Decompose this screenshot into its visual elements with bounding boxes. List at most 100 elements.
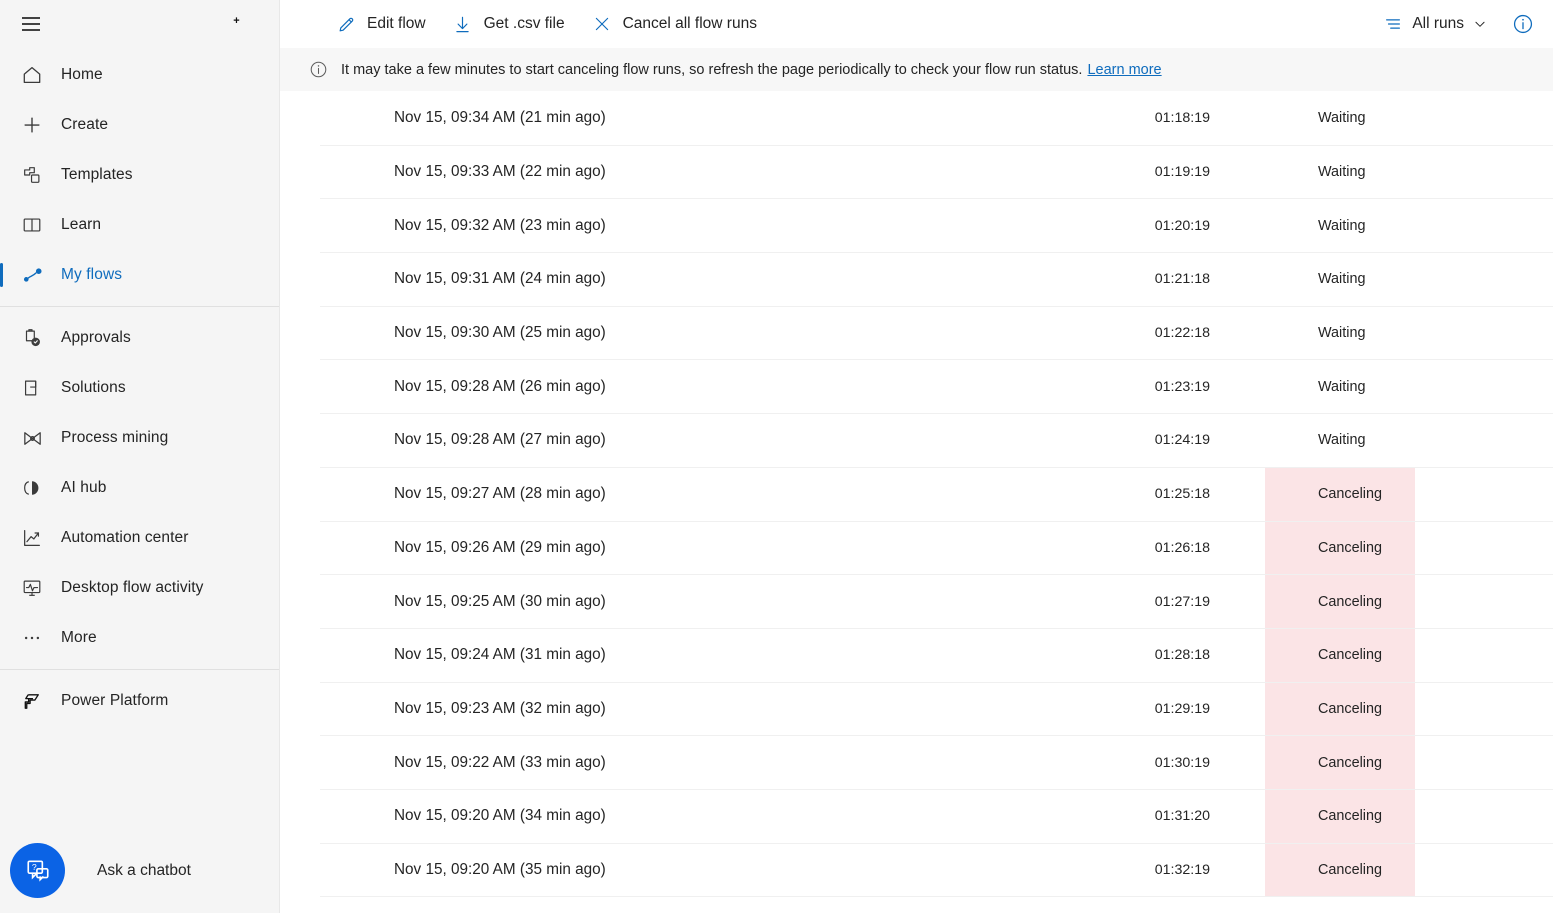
chatbot-label: Ask a chatbot	[65, 862, 191, 880]
home-icon	[12, 64, 52, 86]
get-csv-file-button[interactable]: Get .csv file	[442, 6, 575, 42]
sidebar-item-power-platform[interactable]: Power Platform	[0, 676, 279, 726]
run-start-cell: Nov 15, 09:31 AM (24 min ago)	[320, 270, 840, 288]
table-row[interactable]: Nov 15, 09:32 AM (23 min ago)01:20:19Wai…	[320, 199, 1553, 253]
sidebar-item-automation-center[interactable]: Automation center	[0, 513, 279, 563]
clipboard-check-icon	[12, 327, 52, 349]
hamburger-menu-icon[interactable]	[14, 7, 48, 41]
info-circle-icon	[308, 60, 328, 80]
status-badge: Canceling	[1318, 540, 1382, 556]
run-duration-cell: 01:23:19	[840, 379, 1210, 395]
solutions-icon	[12, 377, 52, 399]
sidebar-item-label: My flows	[52, 266, 122, 284]
app-root: + Home Create Templates Learn My flows Approv…	[0, 0, 1553, 913]
run-duration-cell: 01:31:20	[840, 808, 1210, 824]
table-row[interactable]: Nov 15, 09:25 AM (30 min ago)01:27:19Can…	[320, 575, 1553, 629]
sidebar-item-create[interactable]: Create	[0, 100, 279, 150]
status-badge: Canceling	[1318, 486, 1382, 502]
all-runs-filter-button[interactable]: All runs	[1376, 6, 1495, 42]
sidebar-item-home[interactable]: Home	[0, 50, 279, 100]
status-badge: Canceling	[1318, 701, 1382, 717]
sidebar-item-templates[interactable]: Templates	[0, 150, 279, 200]
info-circle-icon-button[interactable]	[1507, 8, 1539, 40]
run-start-cell: Nov 15, 09:33 AM (22 min ago)	[320, 163, 840, 181]
status-badge: Waiting	[1318, 432, 1365, 448]
status-badge: Waiting	[1318, 271, 1365, 287]
sidebar-item-ai-hub[interactable]: AI hub	[0, 463, 279, 513]
run-duration-cell: 01:19:19	[840, 164, 1210, 180]
tiny-plus-marker: +	[232, 17, 241, 26]
run-status-cell: Waiting	[1210, 307, 1553, 360]
sidebar-item-approvals[interactable]: Approvals	[0, 313, 279, 363]
table-row[interactable]: Nov 15, 09:24 AM (31 min ago)01:28:18 Can…	[320, 629, 1553, 683]
flow-runs-table: Nov 15, 09:34 AM (21 min ago)01:18:19Wai…	[280, 92, 1553, 911]
filter-lines-icon	[1384, 15, 1402, 33]
table-row[interactable]: Nov 15, 09:33 AM (22 min ago)01:19:19Wai…	[320, 146, 1553, 200]
run-start-cell: Nov 15, 09:24 AM (31 min ago)	[320, 646, 840, 664]
book-icon	[12, 214, 52, 236]
command-bar: Edit flow Get .csv file	[280, 0, 1553, 48]
svg-text:?: ?	[31, 861, 36, 871]
edit-flow-button[interactable]: Edit flow	[325, 6, 436, 42]
status-badge: Waiting	[1318, 110, 1365, 126]
sidebar-divider	[0, 669, 279, 670]
table-row[interactable]: Nov 15, 09:28 AM (26 min ago)01:23:19Wai…	[320, 360, 1553, 414]
sidebar-item-label: Approvals	[52, 329, 131, 347]
flow-icon	[12, 264, 52, 287]
run-status-cell: Canceling	[1210, 683, 1553, 736]
sidebar-item-label: Automation center	[52, 529, 189, 547]
sidebar-item-label: Learn	[52, 216, 101, 234]
run-status-cell: Canceling	[1210, 844, 1553, 897]
table-row[interactable]: Nov 15, 09:20 AM (35 min ago)01:32:19Can…	[320, 844, 1553, 898]
run-status-cell: Waiting	[1210, 253, 1553, 306]
run-duration-cell: 01:18:19	[840, 110, 1210, 126]
sidebar-item-my-flows[interactable]: My flows	[0, 250, 279, 300]
run-start-cell: Nov 15, 09:27 AM (28 min ago)	[320, 485, 840, 503]
chat-question-icon: ?	[10, 843, 65, 898]
run-status-cell: Canceling	[1210, 575, 1553, 628]
cancel-all-flow-runs-label: Cancel all flow runs	[623, 15, 757, 33]
sidebar-item-process-mining[interactable]: Process mining	[0, 413, 279, 463]
table-row[interactable]: Nov 15, 09:31 AM (24 min ago)01:21:18Wai…	[320, 253, 1553, 307]
run-start-cell: Nov 15, 09:26 AM (29 min ago)	[320, 539, 840, 557]
run-status-cell: Canceling	[1210, 629, 1553, 682]
status-badge: Canceling	[1318, 755, 1382, 771]
all-runs-filter-label: All runs	[1412, 15, 1464, 33]
sidebar-item-desktop-flow-activity[interactable]: Desktop flow activity	[0, 563, 279, 613]
table-row[interactable]: Nov 15, 09:22 AM (33 min ago)01:30:19Can…	[320, 736, 1553, 790]
monitor-activity-icon	[12, 577, 52, 599]
ai-brain-icon	[12, 477, 52, 499]
download-arrow-icon	[452, 13, 474, 35]
chevron-down-icon	[1473, 17, 1487, 31]
run-start-cell: Nov 15, 09:20 AM (35 min ago)	[320, 861, 840, 879]
table-row[interactable]: Nov 15, 09:27 AM (28 min ago)01:25:18Can…	[320, 468, 1553, 522]
cancel-all-flow-runs-button[interactable]: Cancel all flow runs	[581, 6, 767, 42]
sidebar-item-label: AI hub	[52, 479, 106, 497]
run-status-cell: Waiting	[1210, 92, 1553, 145]
sidebar-divider	[0, 306, 279, 307]
table-row[interactable]: Nov 15, 09:34 AM (21 min ago)01:18:19Wai…	[320, 92, 1553, 146]
table-row[interactable]: Nov 15, 09:28 AM (27 min ago)01:24:19Wai…	[320, 414, 1553, 468]
sidebar-item-label: Create	[52, 116, 108, 134]
table-row[interactable]: Nov 15, 09:26 AM (29 min ago)01:26:18 Can…	[320, 522, 1553, 576]
learn-more-link[interactable]: Learn more	[1087, 62, 1161, 78]
plus-icon	[12, 114, 52, 136]
ellipsis-icon	[12, 627, 52, 649]
sidebar-item-solutions[interactable]: Solutions	[0, 363, 279, 413]
run-start-cell: Nov 15, 09:25 AM (30 min ago)	[320, 593, 840, 611]
run-status-cell: Waiting	[1210, 199, 1553, 252]
table-row[interactable]: Nov 15, 09:20 AM (34 min ago)01:31:20Can…	[320, 790, 1553, 844]
status-badge: Canceling	[1318, 862, 1382, 878]
run-start-cell: Nov 15, 09:30 AM (25 min ago)	[320, 324, 840, 342]
status-badge: Canceling	[1318, 647, 1382, 663]
run-duration-cell: 01:26:18	[840, 540, 1210, 556]
table-row[interactable]: Nov 15, 09:30 AM (25 min ago)01:22:18Wai…	[320, 307, 1553, 361]
status-badge: Canceling	[1318, 594, 1382, 610]
run-duration-cell: 01:28:18	[840, 647, 1210, 663]
run-duration-cell: 01:30:19	[840, 755, 1210, 771]
sidebar-item-more[interactable]: More	[0, 613, 279, 663]
sidebar-item-learn[interactable]: Learn	[0, 200, 279, 250]
table-row[interactable]: Nov 15, 09:23 AM (32 min ago)01:29:19Can…	[320, 683, 1553, 737]
run-start-cell: Nov 15, 09:28 AM (26 min ago)	[320, 378, 840, 396]
ask-a-chatbot-button[interactable]: ? Ask a chatbot	[10, 843, 191, 898]
